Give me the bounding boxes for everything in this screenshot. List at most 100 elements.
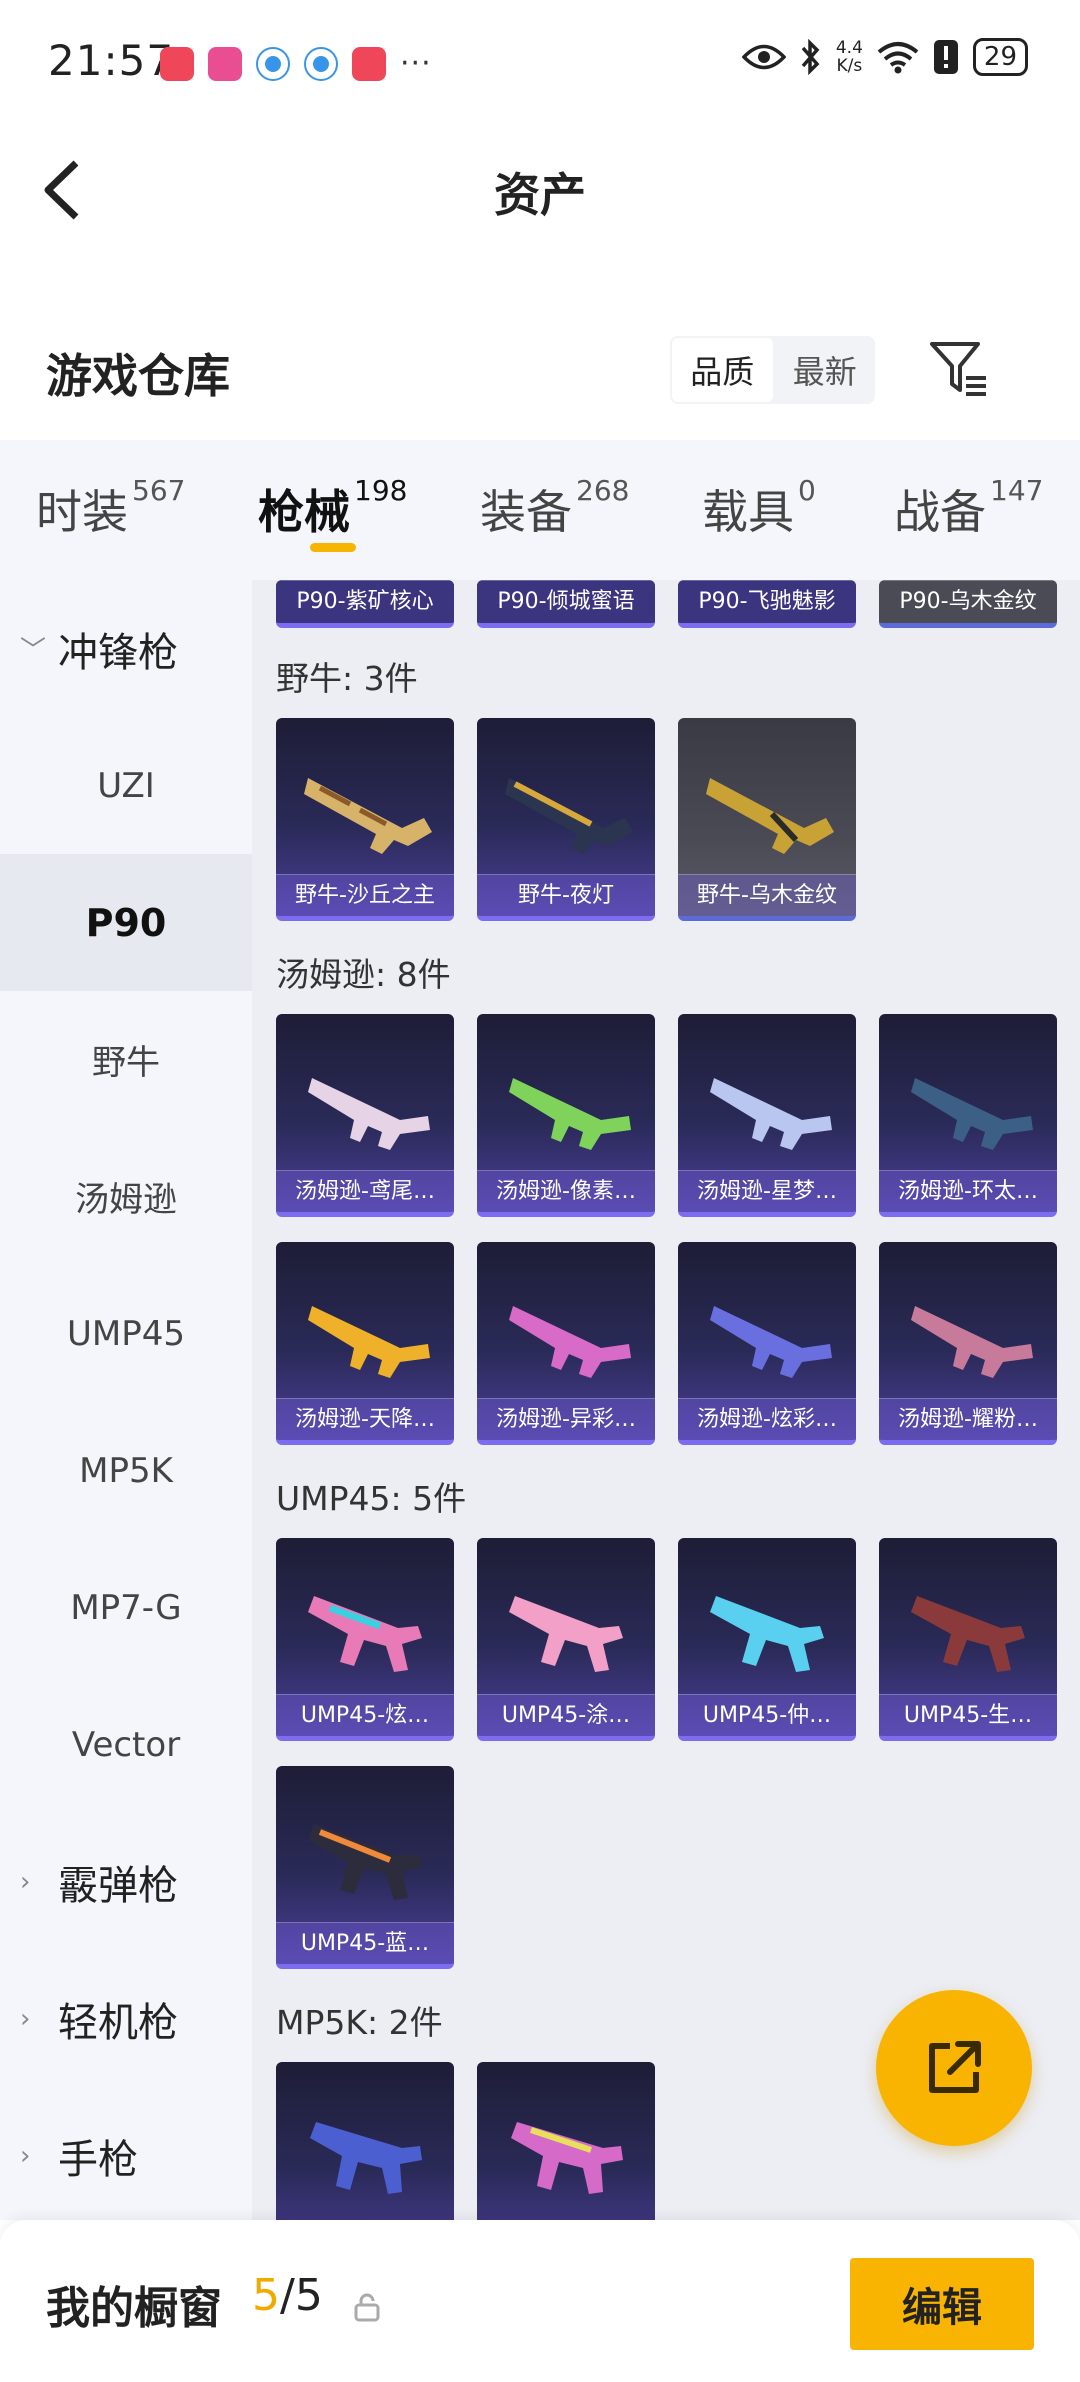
sidebar-item-uzi[interactable]: UZI xyxy=(0,717,252,854)
skin-card[interactable]: UMP45-炫… xyxy=(276,1538,454,1741)
alert-icon xyxy=(933,40,958,74)
skin-card[interactable]: UMP45-生… xyxy=(879,1538,1057,1741)
shopping-app-icon xyxy=(160,46,194,81)
skin-card[interactable]: 汤姆逊-鸢尾… xyxy=(276,1014,454,1217)
gun-skin-image xyxy=(710,1596,824,1672)
skin-list: P90-紫矿核心 P90-倾城蜜语 P90-飞驰魅影 P90-乌木金纹 野牛: … xyxy=(252,580,1080,2220)
skin-card[interactable]: 野牛-乌木金纹 xyxy=(678,718,856,921)
tab-fashion[interactable]: 时装 567 xyxy=(36,474,185,542)
external-link-icon xyxy=(929,2041,981,2093)
gun-skin-image xyxy=(308,1306,430,1378)
gun-skin-image xyxy=(310,2122,422,2194)
skin-card[interactable]: UMP45-蓝… xyxy=(276,1766,454,1969)
gun-skin-image xyxy=(308,1596,422,1672)
skin-name: 汤姆逊-像素… xyxy=(477,1170,655,1212)
sidebar-group-pistol[interactable]: › 手枪 xyxy=(0,2087,252,2220)
skin-name: UMP45-仲… xyxy=(678,1694,856,1736)
gun-skin-image xyxy=(509,1306,631,1378)
skin-name: 汤姆逊-异彩… xyxy=(477,1398,655,1440)
skin-name: P90-紫矿核心 xyxy=(276,580,454,623)
tab-firearms[interactable]: 枪械 198 xyxy=(258,474,407,542)
warehouse-title: 游戏仓库 xyxy=(46,349,230,403)
gun-skin-image xyxy=(304,778,432,854)
skin-card[interactable]: P90-乌木金纹 xyxy=(879,580,1057,628)
sidebar-item-p90[interactable]: P90 xyxy=(0,854,252,991)
more-notifications-icon: ··· xyxy=(400,46,432,81)
skin-card[interactable]: 汤姆逊-像素… xyxy=(477,1014,655,1217)
skin-card[interactable]: UMP45-涂… xyxy=(477,1538,655,1741)
sort-toggle: 品质 最新 xyxy=(670,336,875,404)
skin-card[interactable]: UMP45-仲… xyxy=(678,1538,856,1741)
status-time: 21:57 xyxy=(48,36,175,85)
sidebar-group-smg[interactable]: ﹀ 冲锋枪 xyxy=(0,580,252,717)
gun-skin-image xyxy=(308,1824,422,1900)
system-icons: 4.4 K/s 29 xyxy=(741,38,1028,76)
skin-name: P90-倾城蜜语 xyxy=(477,580,655,623)
chevron-right-icon: › xyxy=(20,2003,31,2034)
skin-name: UMP45-蓝… xyxy=(276,1922,454,1964)
share-button[interactable] xyxy=(876,1990,1032,2146)
gun-skin-image xyxy=(505,778,633,854)
skin-card[interactable]: P90-飞驰魅影 xyxy=(678,580,856,628)
gun-skin-image xyxy=(911,1306,1033,1378)
tab-vehicles[interactable]: 载具 0 xyxy=(702,474,816,542)
gun-skin-image xyxy=(511,2122,623,2194)
skin-card[interactable]: 汤姆逊-环太… xyxy=(879,1014,1057,1217)
skin-card[interactable]: 汤姆逊-异彩… xyxy=(477,1242,655,1445)
skin-name: 汤姆逊-星梦… xyxy=(678,1170,856,1212)
skin-name: UMP45-生… xyxy=(879,1694,1057,1736)
tab-equipment[interactable]: 装备 268 xyxy=(480,474,629,542)
battery-indicator: 29 xyxy=(972,38,1028,76)
skin-card[interactable]: 野牛-夜灯 xyxy=(477,718,655,921)
chevron-right-icon: › xyxy=(20,1866,31,1897)
skin-name: 汤姆逊-天降… xyxy=(276,1398,454,1440)
skin-card[interactable]: P90-紫矿核心 xyxy=(276,580,454,628)
gun-skin-image xyxy=(706,778,834,854)
gun-skin-image xyxy=(911,1078,1033,1150)
gun-skin-image xyxy=(509,1078,631,1150)
sidebar-group-shotgun[interactable]: › 霰弹枪 xyxy=(0,1813,252,1950)
browser-app-icon xyxy=(256,46,290,81)
skin-card[interactable]: 汤姆逊-耀粉… xyxy=(879,1242,1057,1445)
section-title-thompson: 汤姆逊: 8件 xyxy=(276,955,451,994)
skin-card[interactable] xyxy=(477,2062,655,2220)
filter-icon[interactable] xyxy=(928,338,990,400)
net-speed: 4.4 K/s xyxy=(835,38,863,76)
skin-card[interactable] xyxy=(276,2062,454,2220)
tab-supplies[interactable]: 战备 147 xyxy=(894,474,1043,542)
page-title: 资产 xyxy=(494,168,586,222)
browser-app-icon-2 xyxy=(304,46,338,81)
skin-name: 野牛-夜灯 xyxy=(477,874,655,916)
sidebar-group-lmg[interactable]: › 轻机枪 xyxy=(0,1950,252,2087)
edit-button[interactable]: 编辑 xyxy=(850,2258,1034,2350)
skin-name: 汤姆逊-耀粉… xyxy=(879,1398,1057,1440)
bluetooth-icon xyxy=(801,39,820,75)
gun-skin-image xyxy=(710,1078,832,1150)
skin-card[interactable]: 汤姆逊-天降… xyxy=(276,1242,454,1445)
app-header: 资产 xyxy=(0,125,1080,250)
section-title-mp5k: MP5K: 2件 xyxy=(276,2003,443,2042)
sidebar-item-bison[interactable]: 野牛 xyxy=(0,991,252,1128)
skin-card[interactable]: 汤姆逊-星梦… xyxy=(678,1014,856,1217)
skin-card[interactable]: 野牛-沙丘之主 xyxy=(276,718,454,921)
skin-card[interactable]: 汤姆逊-炫彩… xyxy=(678,1242,856,1445)
eye-icon xyxy=(741,44,786,70)
sort-by-quality-button[interactable]: 品质 xyxy=(670,336,775,404)
skin-name: 汤姆逊-炫彩… xyxy=(678,1398,856,1440)
sort-by-newest-button[interactable]: 最新 xyxy=(775,336,876,404)
sidebar-item-vector[interactable]: Vector xyxy=(0,1676,252,1813)
bilibili-app-icon xyxy=(208,46,242,81)
sidebar-item-mp5k[interactable]: MP5K xyxy=(0,1402,252,1539)
section-title-bison: 野牛: 3件 xyxy=(276,659,418,698)
skin-card[interactable]: P90-倾城蜜语 xyxy=(477,580,655,628)
chevron-down-icon: ﹀ xyxy=(20,636,47,666)
skin-name: 汤姆逊-环太… xyxy=(879,1170,1057,1212)
sidebar-item-mp7g[interactable]: MP7-G xyxy=(0,1539,252,1676)
warehouse-header: 游戏仓库 品质 最新 xyxy=(0,300,1080,440)
skin-name: UMP45-炫… xyxy=(276,1694,454,1736)
sidebar-item-ump45[interactable]: UMP45 xyxy=(0,1265,252,1402)
gun-skin-image xyxy=(911,1596,1025,1672)
sidebar-item-thompson[interactable]: 汤姆逊 xyxy=(0,1128,252,1265)
skin-name: UMP45-涂… xyxy=(477,1694,655,1736)
notification-icons: ··· xyxy=(160,46,432,81)
